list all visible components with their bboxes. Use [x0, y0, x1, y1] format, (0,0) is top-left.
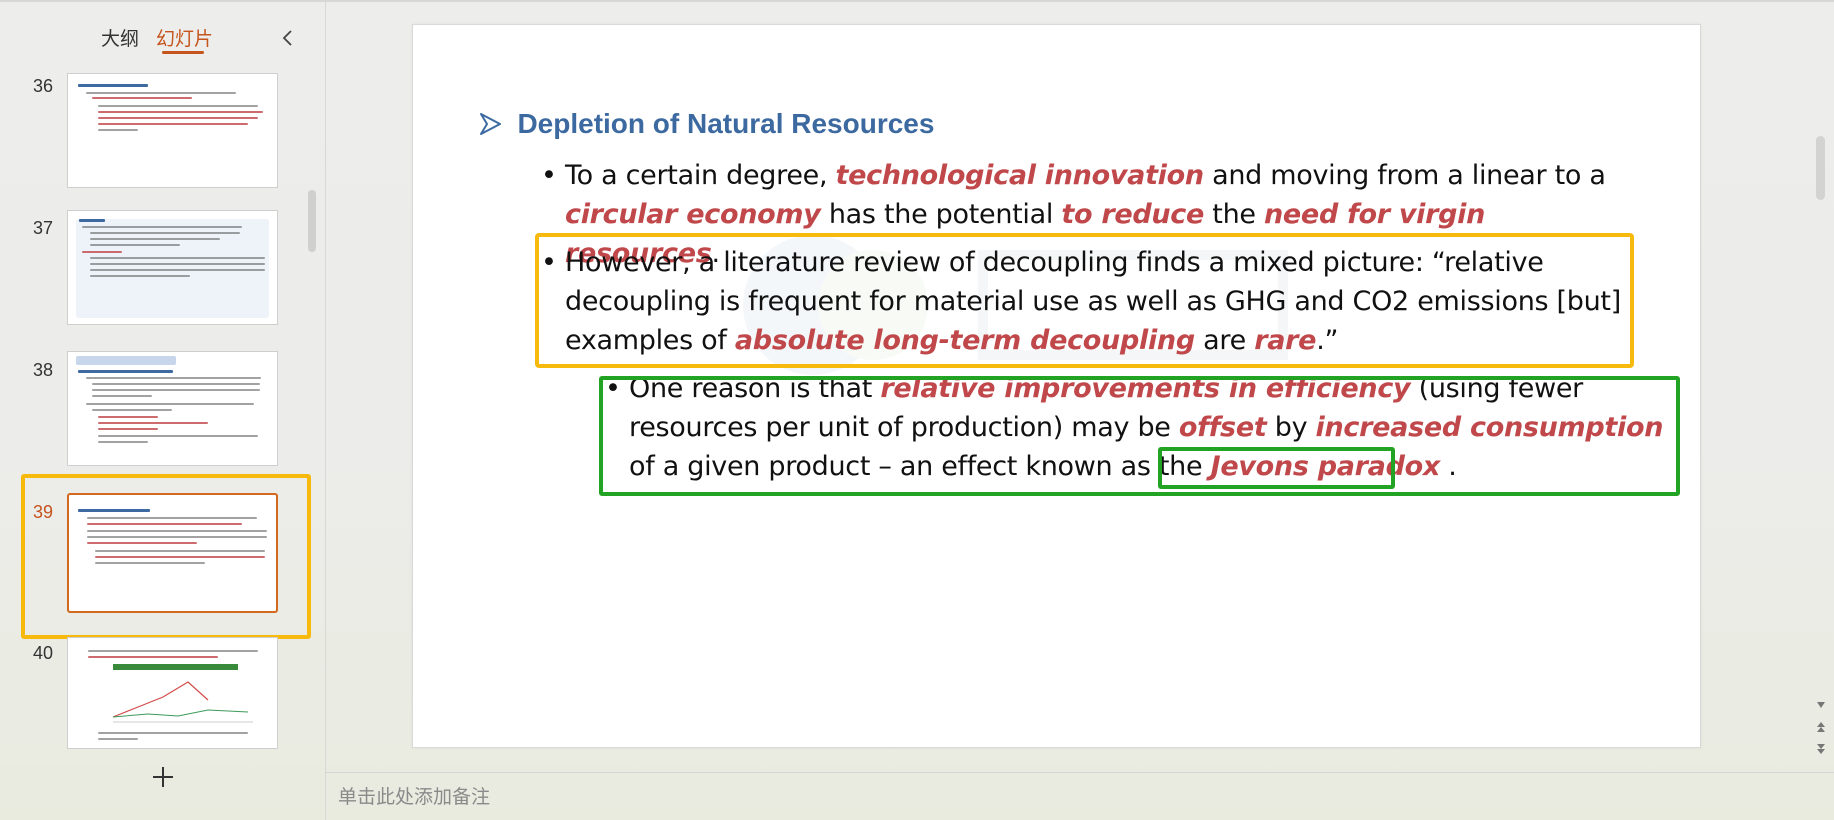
arrow-bullet-icon: [480, 113, 501, 135]
chevron-left-icon: [282, 30, 292, 46]
notes-divider: [326, 772, 1834, 773]
double-down-icon: [1817, 744, 1825, 754]
thumbnail-highlight-box: [21, 474, 311, 639]
highlight-box-green: [599, 376, 1680, 496]
slide-thumbnail-36[interactable]: [67, 73, 278, 188]
thumbnail-scroll-track[interactable]: [306, 70, 318, 750]
text-run: To a certain degree,: [565, 160, 836, 191]
scroll-down-button[interactable]: [1814, 698, 1828, 712]
tab-outline[interactable]: 大纲: [101, 24, 139, 51]
add-slide-button[interactable]: [150, 764, 176, 790]
slide-number: 37: [32, 218, 54, 238]
triangle-down-icon: [1817, 702, 1825, 708]
plus-icon: [153, 767, 173, 787]
panel-divider: [325, 0, 326, 820]
slide-title-row: Depletion of Natural Resources: [479, 108, 934, 140]
next-slide-button[interactable]: [1814, 742, 1828, 756]
tab-slides[interactable]: 幻灯片: [156, 24, 213, 51]
slide-title: Depletion of Natural Resources: [517, 108, 935, 139]
emphasis-text: to reduce: [1061, 199, 1205, 230]
previous-slide-button[interactable]: [1814, 720, 1828, 734]
slide-thumbnail-38[interactable]: [67, 351, 278, 466]
emphasis-text: technological innovation: [835, 160, 1205, 191]
emphasis-text: circular economy: [565, 199, 821, 230]
text-run: and moving from a linear to a: [1203, 160, 1606, 191]
notes-input[interactable]: 单击此处添加备注: [338, 782, 490, 809]
slide-thumbnail-40[interactable]: [67, 637, 278, 749]
slides-panel: 大纲 幻灯片 36 37 38 39 40: [0, 0, 325, 820]
active-tab-indicator: [162, 51, 204, 54]
main-scrollbar[interactable]: [1816, 136, 1825, 200]
collapse-panel-button[interactable]: [278, 26, 298, 50]
highlight-box-orange: [535, 233, 1634, 368]
thumbnail-scrollbar[interactable]: [308, 190, 316, 252]
bullet-dot: •: [541, 160, 557, 191]
text-run: the: [1204, 199, 1264, 230]
text-run: has the potential: [820, 199, 1062, 230]
mini-chart-thumbnail: [112, 681, 253, 723]
slide-number: 38: [32, 360, 54, 380]
highlight-box-jevons: [1158, 447, 1395, 489]
slide-thumbnail-37[interactable]: [67, 210, 278, 325]
slide-number: 40: [32, 643, 54, 663]
slide-number: 36: [32, 76, 54, 96]
double-up-icon: [1817, 722, 1825, 732]
